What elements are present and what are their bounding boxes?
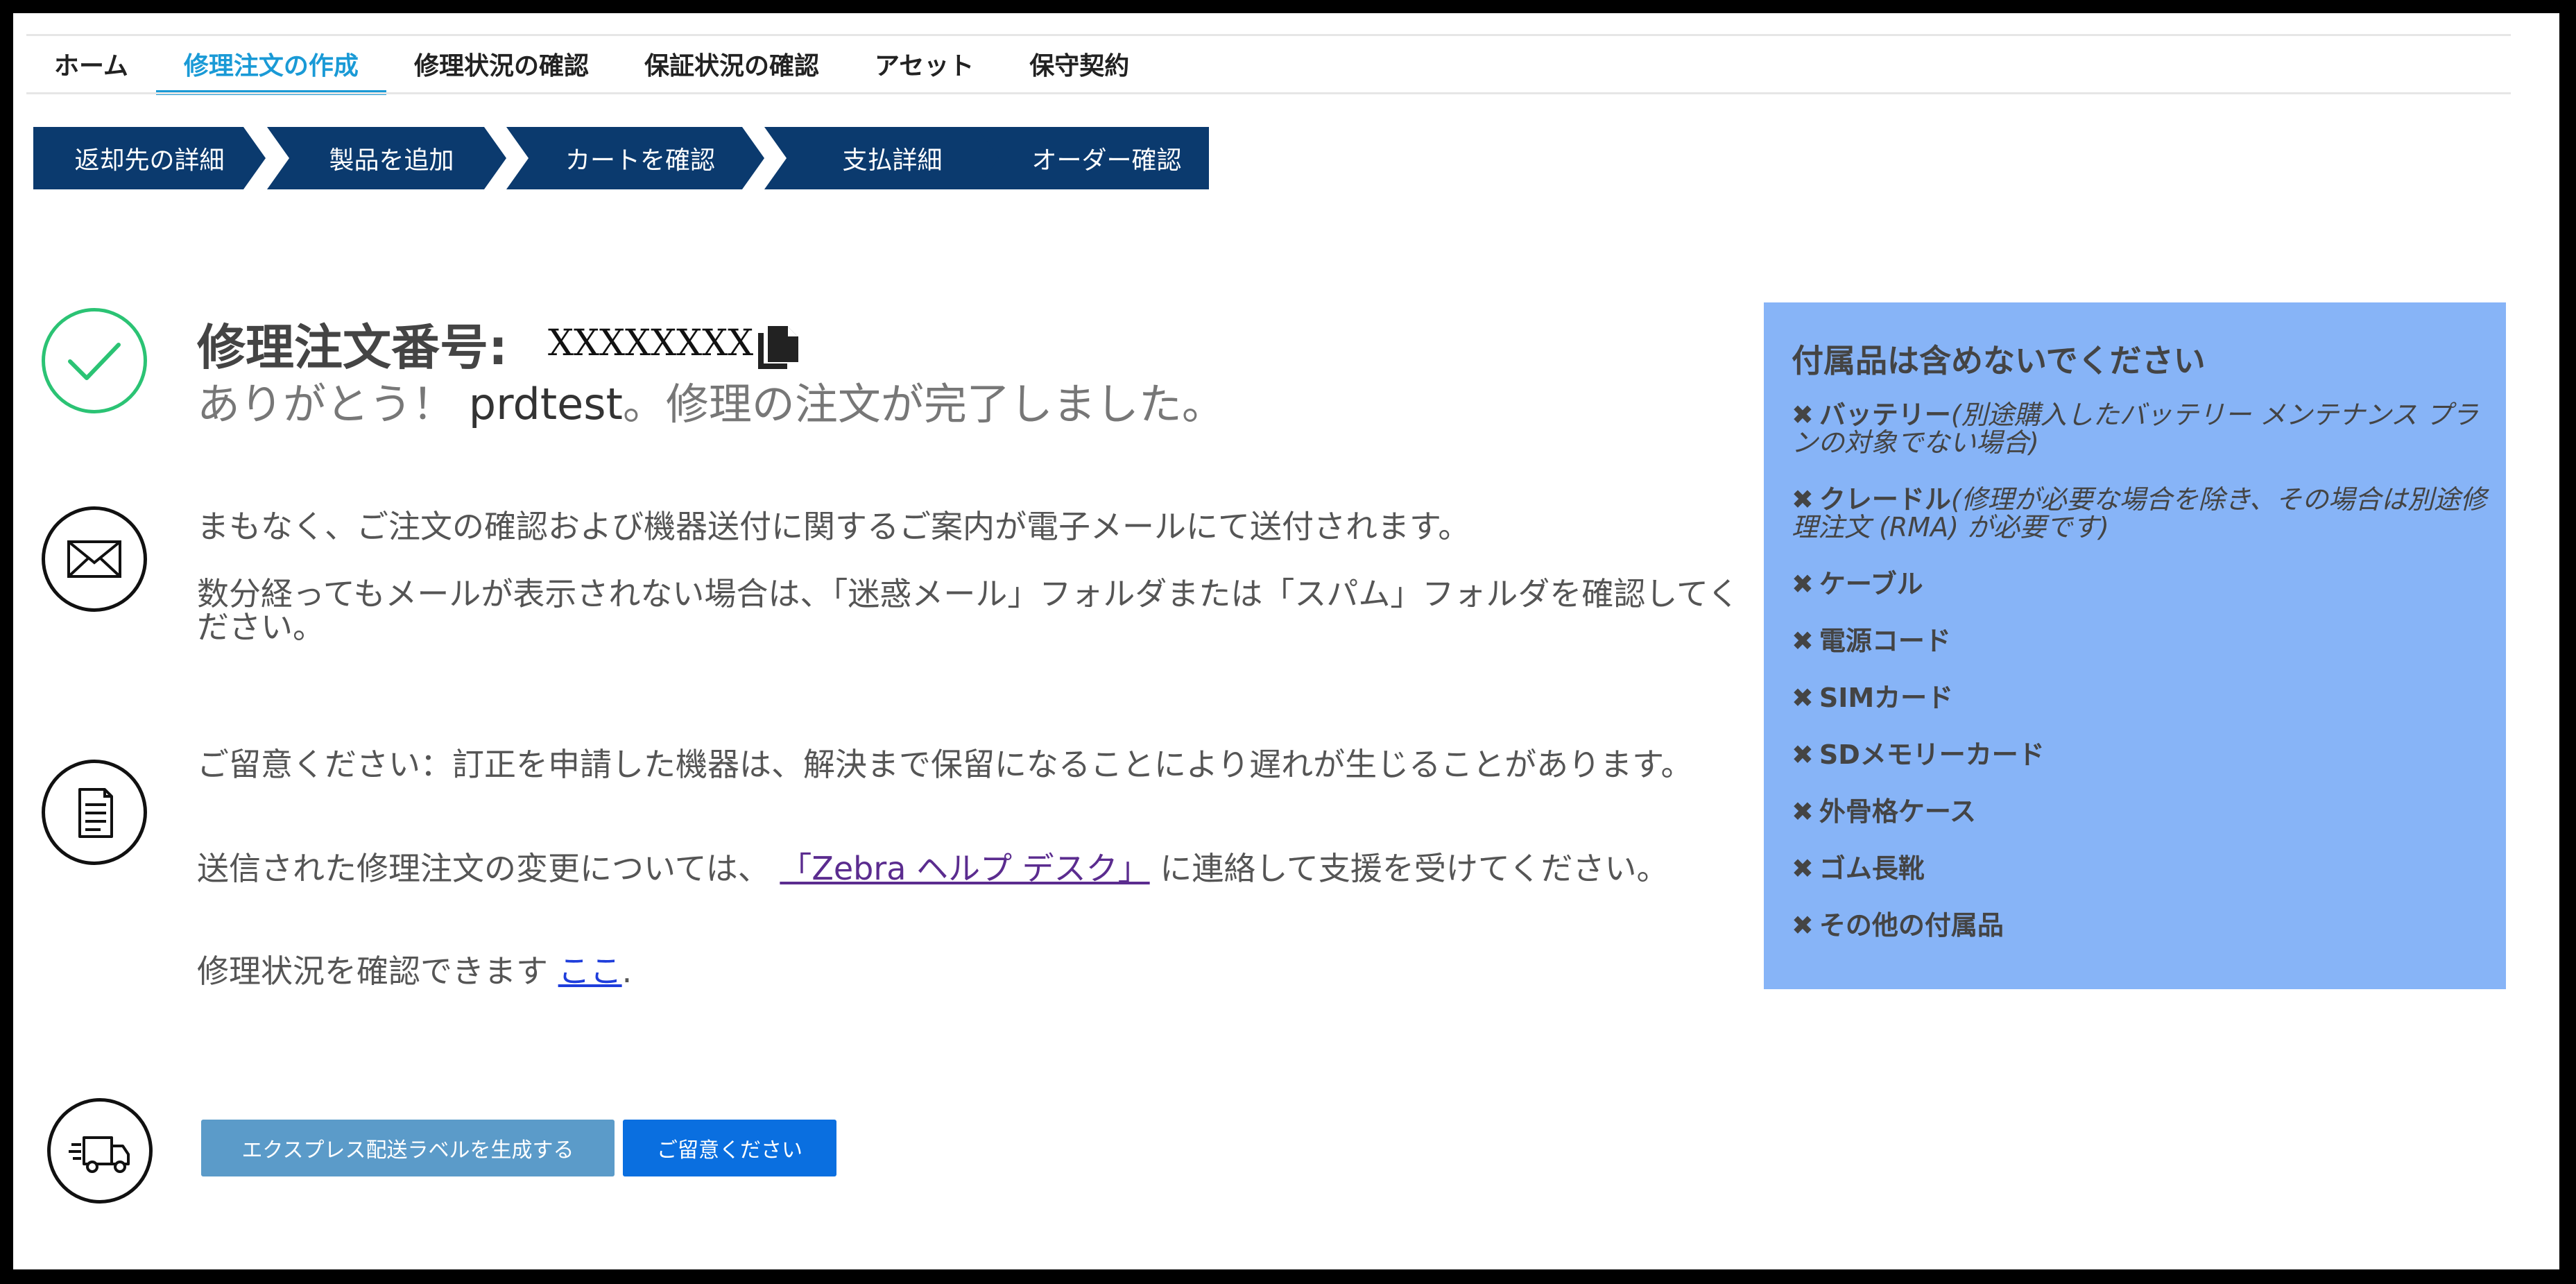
x-icon: ✖ xyxy=(1792,910,1814,941)
notice-button[interactable]: ご留意ください xyxy=(623,1120,836,1176)
frame-right xyxy=(2559,0,2576,1284)
panel-item-power-cord: ✖ 電源コード xyxy=(1792,627,2492,655)
panel-item-other-accessories: ✖ その他の付属品 xyxy=(1792,911,2492,939)
zebra-helpdesk-link[interactable]: 「Zebra ヘルプ デスク」 xyxy=(780,850,1149,887)
copy-icon[interactable] xyxy=(753,323,808,372)
x-icon: ✖ xyxy=(1792,853,1814,884)
repair-status-text: 修理状況を確認できます ここ. xyxy=(197,955,1723,988)
order-number-heading: 修理注文番号: XXXXXXXX xyxy=(197,316,754,376)
repair-status-prefix: 修理状況を確認できます xyxy=(197,952,558,990)
email-notice-text: まもなく、ご注文の確認および機器送付に関するご案内が電子メールにて送付されます。 xyxy=(197,508,1470,545)
panel-item-name: ケーブル xyxy=(1819,569,1923,599)
order-number-label: 修理注文番号: xyxy=(197,318,508,376)
nav-divider-bottom xyxy=(26,92,2511,94)
step-review-cart[interactable]: カートを確認 xyxy=(506,127,764,189)
panel-item-exoskeleton-case: ✖ 外骨格ケース xyxy=(1792,798,2492,825)
helpdesk-prefix: 送信された修理注文の変更については、 xyxy=(197,850,770,887)
x-icon: ✖ xyxy=(1792,484,1814,515)
frame-left xyxy=(0,0,13,1284)
x-icon: ✖ xyxy=(1792,683,1814,713)
x-icon: ✖ xyxy=(1792,400,1814,430)
envelope-icon xyxy=(42,506,147,612)
nav-item-warranty-status[interactable]: 保証状況の確認 xyxy=(617,36,847,92)
success-check-icon xyxy=(42,308,147,413)
nav-item-service-contracts[interactable]: 保守契約 xyxy=(1002,36,1157,92)
document-icon xyxy=(42,760,147,865)
step-order-confirmation[interactable]: オーダー確認 xyxy=(977,127,1209,189)
panel-item-name: SDメモリーカード xyxy=(1819,739,2045,770)
nav-item-create-repair-order[interactable]: 修理注文の作成 xyxy=(155,36,386,95)
panel-item-sd-card: ✖ SDメモリーカード xyxy=(1792,741,2492,769)
x-icon: ✖ xyxy=(1792,739,1814,770)
helpdesk-text: 送信された修理注文の変更については、 「Zebra ヘルプ デスク」 に連絡して… xyxy=(197,852,1723,885)
x-icon: ✖ xyxy=(1792,626,1814,656)
panel-item-name: 電源コード xyxy=(1819,626,1951,656)
nav-item-home[interactable]: ホーム xyxy=(26,36,156,92)
step-add-product[interactable]: 製品を追加 xyxy=(267,127,506,189)
thanks-suffix: 。修理の注文が完了しました。 xyxy=(622,379,1225,429)
excluded-accessories-panel: 付属品は含めないでください ✖ バッテリー(別途購入したバッテリー メンテナンス … xyxy=(1764,302,2506,989)
delivery-truck-icon xyxy=(47,1098,153,1204)
panel-item-sim-card: ✖ SIMカード xyxy=(1792,684,2492,712)
panel-item-name: その他の付属品 xyxy=(1819,910,2004,941)
step-return-details[interactable]: 返却先の詳細 xyxy=(33,127,266,189)
panel-item-name: ゴム長靴 xyxy=(1819,853,1925,884)
checkout-steps: 返却先の詳細 製品を追加 カートを確認 支払詳細 オーダー確認 xyxy=(33,127,1209,189)
panel-item-name: 外骨格ケース xyxy=(1819,796,1976,827)
nav-item-repair-status[interactable]: 修理状況の確認 xyxy=(386,36,617,92)
frame-top xyxy=(0,0,2576,13)
generate-express-label-button[interactable]: エクスプレス配送ラベルを生成する xyxy=(201,1120,615,1176)
hold-notice-text: ご留意ください：訂正を申請した機器は、解決まで保留になることにより遅れが生じるこ… xyxy=(197,746,1693,783)
user-name: prdtest xyxy=(468,379,623,429)
panel-item-name: SIMカード xyxy=(1819,683,1954,713)
panel-item-battery: ✖ バッテリー(別途購入したバッテリー メンテナンス プランの対象でない場合) xyxy=(1792,401,2492,456)
repair-status-link[interactable]: ここ xyxy=(558,952,622,990)
helpdesk-suffix: に連絡して支援を受けてください。 xyxy=(1160,850,1669,887)
panel-item-name: バッテリー xyxy=(1819,400,1951,430)
panel-item-name: クレードル xyxy=(1819,484,1951,515)
thanks-prefix: ありがとう！ xyxy=(197,379,469,429)
main-nav: ホーム 修理注文の作成 修理状況の確認 保証状況の確認 アセット 保守契約 xyxy=(26,36,1157,95)
thank-you-message: ありがとう！ prdtest。修理の注文が完了しました。 xyxy=(197,369,1225,431)
panel-item-cradle: ✖ クレードル(修理が必要な場合を除き、その場合は別途修理注文 (RMA) が必要… xyxy=(1792,486,2492,541)
nav-item-assets[interactable]: アセット xyxy=(847,36,1002,92)
panel-item-rubber-boots: ✖ ゴム長靴 xyxy=(1792,855,2492,882)
x-icon: ✖ xyxy=(1792,796,1814,827)
spam-folder-text: 数分経ってもメールが表示されない場合は、「迷惑メール」フォルダまたは「スパム」フ… xyxy=(197,575,1740,646)
frame-bottom xyxy=(0,1269,2576,1284)
repair-status-suffix: . xyxy=(621,952,633,990)
panel-title: 付属品は含めないでください xyxy=(1792,342,2206,379)
panel-item-cable: ✖ ケーブル xyxy=(1792,570,2492,598)
x-icon: ✖ xyxy=(1792,569,1814,599)
order-number-value: XXXXXXXX xyxy=(548,323,754,364)
step-payment-details[interactable]: 支払詳細 xyxy=(764,127,1011,189)
